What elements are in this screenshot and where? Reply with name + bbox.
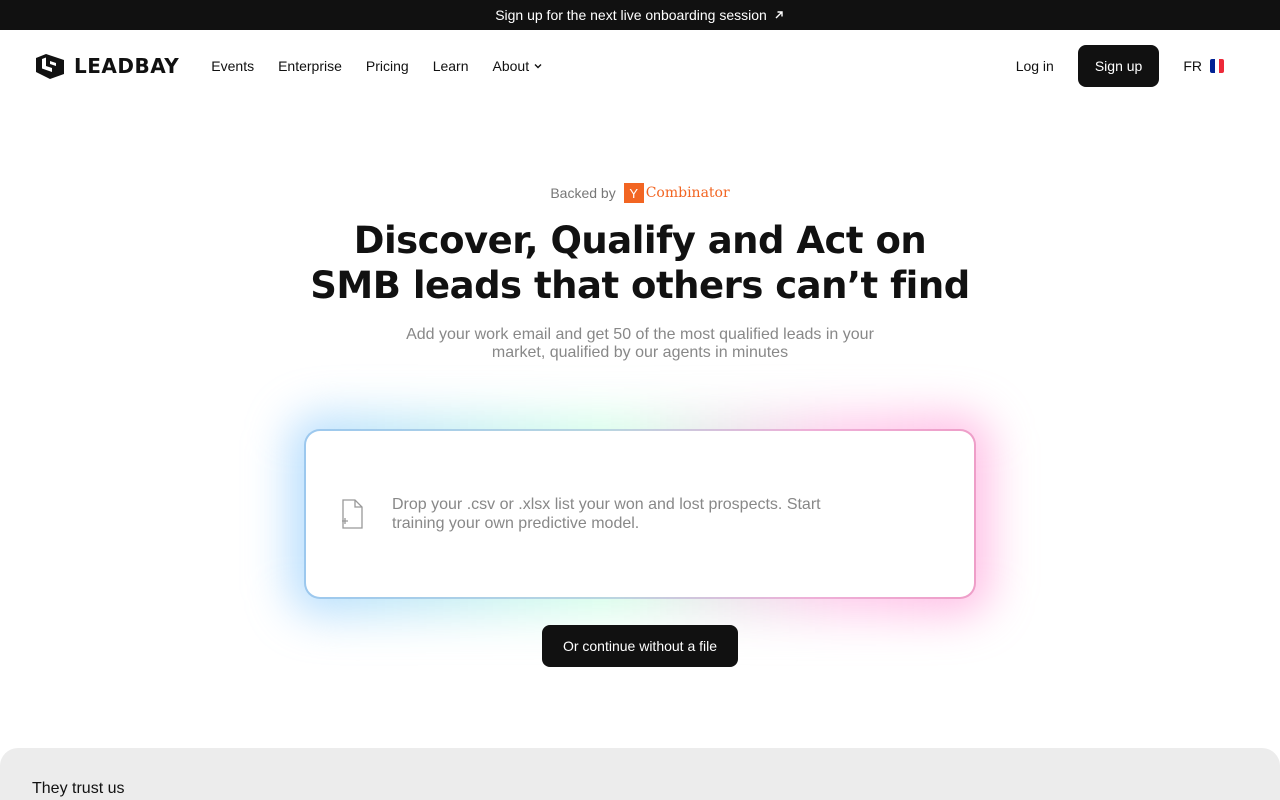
signup-button[interactable]: Sign up bbox=[1077, 45, 1160, 87]
language-switcher[interactable]: FR bbox=[1183, 58, 1224, 74]
hero-subtitle: Add your work email and get 50 of the mo… bbox=[406, 326, 874, 361]
headline-line-1: Discover, Qualify and Act on bbox=[353, 219, 927, 262]
language-label: FR bbox=[1183, 58, 1202, 74]
file-add-icon bbox=[342, 499, 363, 529]
dropzone-text: Drop your .csv or .xlsx list your won an… bbox=[392, 496, 821, 532]
nav-item-learn[interactable]: Learn bbox=[433, 58, 469, 74]
file-dropzone[interactable]: Drop your .csv or .xlsx list your won an… bbox=[304, 429, 976, 599]
announcement-text[interactable]: Sign up for the next live onboarding ses… bbox=[495, 7, 767, 23]
nav-item-pricing[interactable]: Pricing bbox=[366, 58, 409, 74]
hero-headline: Discover, Qualify and Act on SMB leads t… bbox=[0, 218, 1280, 308]
top-nav: LEADBAY Events Enterprise Pricing Learn … bbox=[0, 30, 1280, 102]
yc-wordmark: Combinator bbox=[645, 185, 730, 201]
yc-logo-icon: Y bbox=[623, 183, 644, 203]
french-flag-icon bbox=[1210, 59, 1224, 73]
announcement-bar[interactable]: Sign up for the next live onboarding ses… bbox=[0, 0, 1280, 30]
logo[interactable]: LEADBAY bbox=[32, 52, 179, 80]
nav-item-events[interactable]: Events bbox=[211, 58, 254, 74]
main-menu: Events Enterprise Pricing Learn About bbox=[211, 58, 543, 74]
logo-text: LEADBAY bbox=[74, 54, 180, 78]
backed-by-label: Backed by bbox=[550, 185, 616, 201]
nav-item-about[interactable]: About bbox=[493, 58, 544, 74]
nav-item-enterprise[interactable]: Enterprise bbox=[278, 58, 342, 74]
nav-actions: Log in Sign up FR bbox=[1016, 45, 1248, 87]
trust-title: They trust us bbox=[32, 780, 125, 797]
leadbay-logo-icon bbox=[36, 54, 64, 79]
continue-without-file-button[interactable]: Or continue without a file bbox=[542, 625, 738, 667]
ycombinator-logo: Y Combinator bbox=[623, 183, 730, 203]
headline-line-2: SMB leads that others can’t find bbox=[310, 264, 970, 307]
backed-by: Backed by Y Combinator bbox=[0, 183, 1280, 203]
chevron-down-icon bbox=[534, 64, 542, 69]
trust-section: They trust us bbox=[0, 748, 1280, 800]
arrow-up-right-icon bbox=[775, 11, 783, 19]
nav-item-about-label: About bbox=[492, 58, 530, 74]
login-link[interactable]: Log in bbox=[1016, 58, 1054, 74]
